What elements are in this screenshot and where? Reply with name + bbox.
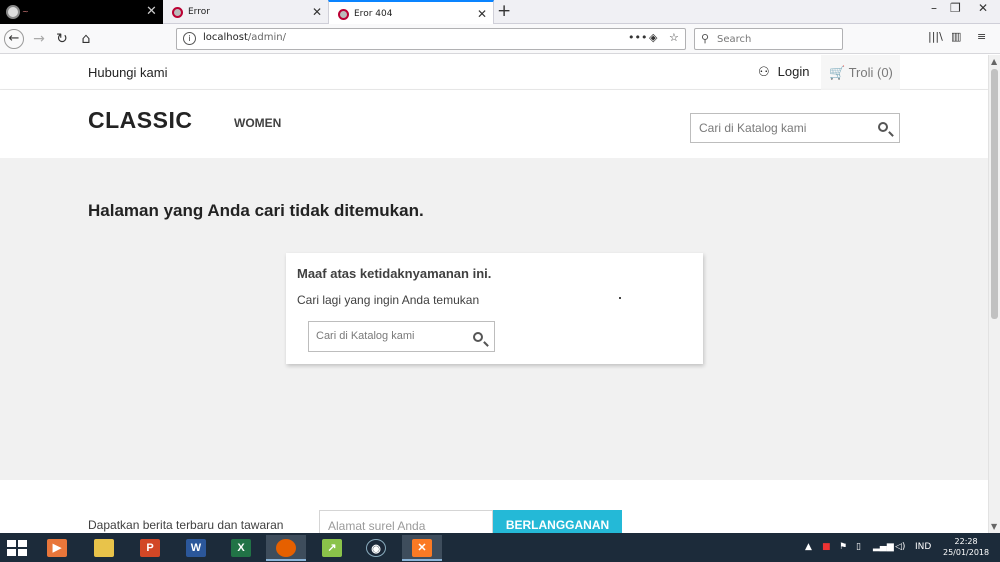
user-icon: ⚇ — [758, 64, 770, 79]
firefox-icon[interactable] — [266, 535, 306, 561]
windows-start-icon[interactable] — [7, 540, 27, 556]
site-topbar: Hubungi kami ⚇ Login 🛒 Troli (0) — [0, 55, 988, 90]
close-icon[interactable]: ✕ — [146, 4, 157, 19]
file-explorer-icon[interactable] — [84, 535, 124, 561]
media-player-icon[interactable]: ▶ — [37, 535, 77, 561]
favicon-icon — [172, 7, 183, 18]
close-window-button[interactable]: ✕ — [978, 1, 988, 15]
catalog-search-input[interactable]: Cari di Katalog kami — [690, 113, 900, 143]
antivirus-icon[interactable]: ■ — [822, 542, 831, 552]
error-card: Maaf atas ketidaknyamanan ini. Cari lagi… — [286, 253, 703, 364]
app-logo: ~ — [22, 7, 29, 16]
tray-expand-icon[interactable]: ▲ — [805, 542, 812, 552]
email-field[interactable]: Alamat surel Anda — [319, 510, 493, 533]
login-link[interactable]: ⚇ Login — [758, 64, 809, 80]
clock-time: 22:28 — [954, 537, 978, 546]
search-placeholder: Cari di Katalog kami — [316, 330, 415, 342]
error-search-input[interactable]: Cari di Katalog kami — [308, 321, 495, 352]
menu-icon[interactable]: ≡ — [977, 30, 986, 43]
forward-arrow-icon[interactable]: → — [29, 29, 49, 49]
cart-icon: 🛒 — [829, 65, 846, 80]
app-logo-icon — [6, 5, 20, 19]
chart-app-icon[interactable]: ↗ — [312, 535, 352, 561]
reload-icon[interactable]: ↻ — [52, 29, 72, 49]
email-placeholder: Alamat surel Anda — [328, 519, 426, 533]
navigation-toolbar: ← → ↻ ⌂ i localhost/admin/ ••• ◈ ☆ ⚲ Sea… — [0, 24, 1000, 54]
search-icon: ⚲ — [701, 32, 710, 45]
newsletter-section: Dapatkan berita terbaru dan tawaran Alam… — [0, 480, 988, 533]
tab-title: Error — [188, 7, 210, 17]
url-text: localhost/admin/ — [203, 32, 286, 43]
excel-icon[interactable]: X — [221, 535, 261, 561]
search-icon[interactable] — [473, 332, 483, 342]
search-placeholder: Search — [717, 34, 752, 45]
pinned-app-tab[interactable]: ~ ✕ — [0, 0, 163, 24]
device-icon[interactable]: ▯ — [856, 542, 861, 552]
contact-link[interactable]: Hubungi kami — [88, 65, 168, 80]
subscribe-button[interactable]: BERLANGGANAN — [493, 510, 622, 533]
menu-item-women[interactable]: WOMEN — [234, 116, 281, 130]
restore-button[interactable]: ❐ — [950, 1, 961, 15]
card-text: Cari lagi yang ingin Anda temukan — [297, 293, 480, 307]
home-icon[interactable]: ⌂ — [76, 29, 96, 49]
volume-icon[interactable]: ◁) — [895, 542, 905, 552]
browser-search-input[interactable]: ⚲ Search — [694, 28, 843, 50]
page-scrollbar[interactable]: ▲ ▼ — [988, 55, 1000, 533]
scrollbar-thumb[interactable] — [991, 69, 998, 319]
pocket-icon[interactable]: ◈ — [649, 31, 657, 44]
scroll-down-icon[interactable]: ▼ — [991, 522, 997, 531]
language-indicator[interactable]: IND — [915, 542, 931, 552]
close-tab-icon[interactable]: ✕ — [312, 0, 322, 24]
tab-eror-404[interactable]: Eror 404 ✕ — [328, 0, 494, 24]
word-icon[interactable]: W — [176, 535, 216, 561]
search-placeholder: Cari di Katalog kami — [699, 121, 807, 135]
sidebar-icon[interactable]: ▥ — [951, 30, 961, 43]
powerpoint-icon[interactable]: P — [130, 535, 170, 561]
flag-icon[interactable]: ⚑ — [839, 542, 847, 552]
card-heading: Maaf atas ketidaknyamanan ini. — [297, 266, 492, 281]
search-icon[interactable] — [878, 122, 888, 132]
clock-date: 25/01/2018 — [943, 548, 990, 557]
cart-label: Troli (0) — [848, 65, 893, 80]
stray-dot — [619, 297, 621, 299]
page-title: Halaman yang Anda cari tidak ditemukan. — [88, 201, 424, 220]
newsletter-text: Dapatkan berita terbaru dan tawaran — [88, 518, 284, 532]
error-section: Halaman yang Anda cari tidak ditemukan. … — [0, 158, 988, 480]
site-logo[interactable]: CLASSIC — [88, 107, 192, 134]
tab-strip: ~ ✕ Error ✕ Eror 404 ✕ + – ❐ ✕ — [0, 0, 1000, 24]
library-icon[interactable]: |||\ — [928, 30, 943, 43]
scroll-up-icon[interactable]: ▲ — [991, 57, 997, 66]
xampp-icon[interactable]: ✕ — [402, 535, 442, 561]
windows-taskbar: ▶ P W X ↗ ◉ ✕ ▲ ■ ⚑ ▯ ▂▄▆ ◁) IND 22:28 2… — [0, 533, 1000, 562]
page-actions-icon[interactable]: ••• — [628, 31, 647, 44]
info-icon[interactable]: i — [183, 32, 196, 45]
clock[interactable]: 22:28 25/01/2018 — [943, 536, 989, 558]
back-arrow-icon[interactable]: ← — [4, 29, 24, 49]
tab-title: Eror 404 — [354, 9, 393, 19]
url-bar[interactable]: i localhost/admin/ ••• ◈ ☆ — [176, 28, 686, 50]
site-header: CLASSIC WOMEN Cari di Katalog kami — [0, 90, 988, 158]
cart-button[interactable]: 🛒 Troli (0) — [821, 55, 900, 90]
steam-icon[interactable]: ◉ — [356, 535, 396, 561]
minimize-button[interactable]: – — [931, 1, 937, 15]
web-page: Hubungi kami ⚇ Login 🛒 Troli (0) CLASSIC… — [0, 55, 988, 533]
favicon-icon — [338, 9, 349, 20]
network-icon[interactable]: ▂▄▆ — [873, 542, 894, 552]
tab-error[interactable]: Error ✕ — [163, 0, 328, 24]
close-tab-icon[interactable]: ✕ — [477, 2, 487, 26]
bookmark-star-icon[interactable]: ☆ — [669, 31, 679, 44]
new-tab-icon[interactable]: + — [497, 1, 511, 21]
